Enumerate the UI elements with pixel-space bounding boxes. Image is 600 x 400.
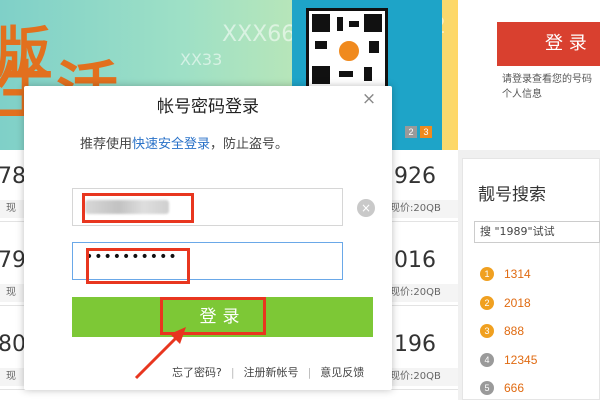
rank-badge: 1: [480, 267, 494, 282]
hot-number-link[interactable]: 2018: [504, 296, 531, 310]
password-field[interactable]: ••••••••••: [72, 242, 343, 280]
username-field[interactable]: ×: [72, 188, 375, 226]
search-title: 靓号搜索: [478, 185, 546, 205]
price-label: 现: [0, 368, 24, 386]
banner-number: XX33: [180, 50, 223, 69]
subtitle-text: 推荐使用: [80, 137, 133, 152]
qr-code: [306, 8, 388, 90]
number-value: 016: [394, 248, 436, 273]
price-label: 现价:20QB: [390, 284, 458, 302]
rank-badge: 3: [480, 324, 494, 339]
list-item[interactable]: 5 666: [480, 374, 537, 400]
hot-number-list: 1 1314 2 2018 3 888 4 12345 5 666: [480, 260, 537, 400]
side-login-hint: 请登录查看您的号码个人信息: [502, 74, 592, 100]
list-item[interactable]: 2 2018: [480, 289, 537, 318]
quick-login-link[interactable]: 快速安全登录: [132, 137, 210, 152]
price-label: 现价:20QB: [390, 200, 458, 218]
hot-number-link[interactable]: 888: [504, 324, 524, 338]
username-value-redacted: [85, 200, 169, 214]
hot-number-link[interactable]: 666: [504, 381, 524, 395]
forgot-password-link[interactable]: 忘了密码?: [172, 364, 222, 380]
search-input[interactable]: 搜 "1989"试试: [474, 221, 600, 243]
hot-number-link[interactable]: 1314: [504, 267, 531, 281]
subtitle-text: ，防止盗号。: [210, 137, 289, 152]
price-label: 现: [0, 200, 24, 218]
login-button[interactable]: 登录: [72, 297, 373, 337]
number-value: 926: [394, 164, 436, 189]
dialog-subtitle: 推荐使用快速安全登录，防止盗号。: [80, 133, 288, 152]
list-item[interactable]: 3 888: [480, 317, 537, 346]
banner-pager[interactable]: 2 3: [405, 126, 432, 138]
password-value: ••••••••••: [85, 249, 178, 265]
list-item[interactable]: 4 12345: [480, 346, 537, 375]
number-value: 78: [0, 164, 26, 189]
dialog-title: 帐号密码登录: [157, 97, 259, 117]
number-value: 79: [0, 248, 26, 273]
login-dialog: 帐号密码登录 × 推荐使用快速安全登录，防止盗号。 × •••••••••• 登…: [24, 86, 392, 390]
qr-badge-icon: [337, 39, 361, 63]
feedback-link[interactable]: 意见反馈: [320, 364, 364, 380]
dialog-footer-links: 忘了密码? | 注册新帐号 | 意见反馈: [172, 364, 364, 380]
close-icon[interactable]: ×: [360, 90, 378, 108]
divider: |: [307, 365, 312, 379]
number-value: 196: [394, 332, 436, 357]
number-value: 80: [0, 332, 26, 357]
register-link[interactable]: 注册新帐号: [244, 364, 299, 380]
pager-dot-active[interactable]: 3: [420, 126, 432, 138]
divider: |: [230, 365, 235, 379]
price-label: 现价:20QB: [390, 368, 458, 386]
rank-badge: 2: [480, 295, 494, 310]
price-label: 现: [0, 284, 24, 302]
pager-dot[interactable]: 2: [405, 126, 417, 138]
clear-icon[interactable]: ×: [357, 199, 375, 217]
rank-badge: 5: [480, 381, 494, 396]
hot-number-link[interactable]: 12345: [504, 353, 537, 367]
side-login-button[interactable]: 登 录: [497, 22, 600, 66]
rank-badge: 4: [480, 352, 494, 367]
list-item[interactable]: 1 1314: [480, 260, 537, 289]
